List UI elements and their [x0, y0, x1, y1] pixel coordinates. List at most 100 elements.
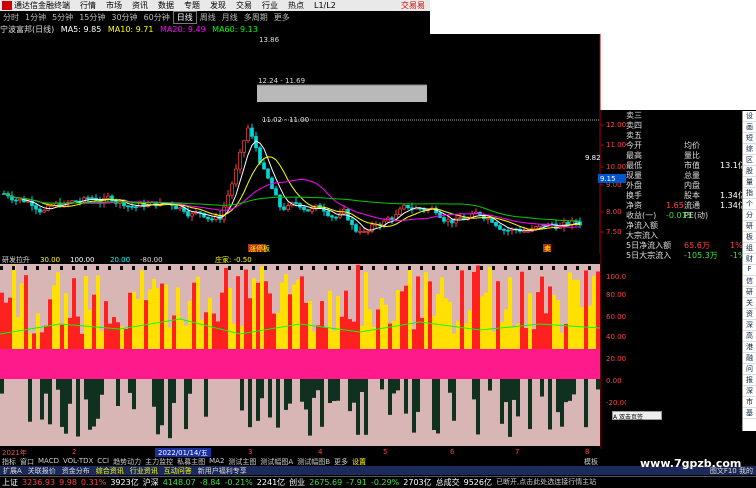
toolstrip-item[interactable]: 资 — [743, 309, 756, 320]
period-weekly[interactable]: 周线 — [197, 12, 219, 23]
toolstrip-item[interactable]: 画 — [743, 122, 756, 133]
toolstrip-item[interactable]: 关 — [743, 298, 756, 309]
tab-main-monitor[interactable]: 主力监控 — [143, 457, 175, 466]
info-tab-funds[interactable]: 资金分布 — [59, 466, 93, 475]
toolstrip-item[interactable]: 研 — [743, 221, 756, 232]
info-tab-related[interactable]: 关联报价 — [25, 466, 59, 475]
menu-item-news[interactable]: 资讯 — [127, 0, 153, 11]
indicator-bar-bottom — [312, 379, 316, 398]
indicator-bar-bottom — [92, 379, 96, 427]
double-click-hint[interactable]: A 双击页签 — [612, 411, 662, 421]
tab-macd[interactable]: MACD — [36, 457, 61, 466]
menu-item-level[interactable]: L1/L2 — [309, 1, 341, 10]
period-more[interactable]: 更多 — [271, 12, 293, 23]
toolstrip-item[interactable]: 量 — [743, 177, 756, 188]
toolstrip-item[interactable]: 综 — [743, 144, 756, 155]
hs-label[interactable]: 沪深 — [141, 477, 161, 488]
trade-button[interactable]: 交易易 — [396, 0, 430, 11]
toolstrip-item[interactable]: 设 — [743, 111, 756, 122]
indicator-band — [84, 349, 88, 379]
indicator-marker — [420, 266, 423, 270]
toolstrip-item[interactable]: 高 — [743, 331, 756, 342]
tab-ma2[interactable]: MA2 — [207, 457, 226, 466]
menu-item-trade[interactable]: 交易 — [231, 0, 257, 11]
toolstrip-item[interactable]: 指 — [743, 188, 756, 199]
tab-test-main[interactable]: 测试主图 — [226, 457, 258, 466]
menu-item-hot[interactable]: 热点 — [283, 0, 309, 11]
menu-item-discover[interactable]: 发现 — [205, 0, 231, 11]
toolstrip-item[interactable]: 深 — [743, 320, 756, 331]
tab-private[interactable]: 私募主图 — [175, 457, 207, 466]
toolstrip-item[interactable]: 报 — [743, 375, 756, 386]
info-tab-welfare[interactable]: 新用户福利专享 — [195, 466, 250, 475]
tab-more[interactable]: 更多 — [332, 457, 350, 466]
chart-area[interactable]: 13.86 12.24 - 11.69 11.02 - 11.00 涨停板 卖 … — [0, 34, 626, 449]
tab-indicator[interactable]: 指标 — [0, 457, 18, 466]
indicator-band — [524, 349, 528, 379]
toolstrip-item[interactable]: F — [743, 265, 756, 276]
menu-item-topic[interactable]: 专题 — [179, 0, 205, 11]
indicator-bar-bottom — [564, 379, 568, 403]
period-5min[interactable]: 5分钟 — [49, 12, 76, 23]
indicator-bar-bottom — [348, 379, 352, 412]
indicator-band — [592, 349, 596, 379]
info-tab-qa[interactable]: 互动问答 — [161, 466, 195, 475]
indicator-band — [188, 349, 192, 379]
toolstrip-item[interactable]: 港 — [743, 342, 756, 353]
candle-body — [286, 205, 290, 210]
menu-item-industry[interactable]: 行业 — [257, 0, 283, 11]
indicator-band — [580, 349, 584, 379]
toolstrip-item[interactable]: 问 — [743, 364, 756, 375]
period-intraday[interactable]: 分时 — [0, 12, 22, 23]
period-daily[interactable]: 日线 — [172, 11, 197, 24]
candle-body — [398, 208, 402, 215]
sh-label[interactable]: 上证 — [0, 477, 20, 488]
toolstrip-item[interactable]: 融 — [743, 353, 756, 364]
toolstrip-item[interactable]: 研 — [743, 287, 756, 298]
toolstrip-item[interactable]: 板 — [743, 232, 756, 243]
indicator-band — [356, 349, 360, 379]
indicator-axis-label: 0.00 — [606, 377, 622, 385]
toolstrip-item[interactable]: 区 — [743, 155, 756, 166]
toolstrip-item[interactable]: 信 — [743, 276, 756, 287]
period-multi[interactable]: 多周期 — [241, 12, 271, 23]
indicator-band — [136, 349, 140, 379]
period-15min[interactable]: 15分钟 — [76, 12, 108, 23]
indicator-marker — [348, 266, 351, 270]
toolstrip-item[interactable]: 基 — [743, 408, 756, 419]
tab-trend[interactable]: 趋势动力 — [111, 457, 143, 466]
toolstrip-item[interactable]: 个 — [743, 199, 756, 210]
menu-item-board[interactable]: 市场 — [101, 0, 127, 11]
toolstrip-item[interactable]: 市 — [743, 397, 756, 408]
tab-cci[interactable]: CCI — [95, 457, 111, 466]
indicator-marker — [84, 266, 87, 270]
period-monthly[interactable]: 月线 — [219, 12, 241, 23]
tab-test-b[interactable]: 测试幅图B — [295, 457, 332, 466]
tab-settings[interactable]: 设置 — [350, 457, 368, 466]
info-tab-industry[interactable]: 行业资讯 — [127, 466, 161, 475]
price-axis-label: 12.00 — [606, 121, 626, 129]
menu-item-market[interactable]: 行情 — [75, 0, 101, 11]
tab-vol[interactable]: VOL-TDX — [61, 457, 95, 466]
tab-template[interactable]: 模板 — [582, 457, 600, 466]
period-1min[interactable]: 1分钟 — [22, 12, 49, 23]
info-tab-news[interactable]: 综合资讯 — [93, 466, 127, 475]
toolstrip-item[interactable]: 短 — [743, 133, 756, 144]
tab-window[interactable]: 窗口 — [18, 457, 36, 466]
period-60min[interactable]: 60分钟 — [141, 12, 173, 23]
info-tab-expand[interactable]: 扩展A — [0, 466, 25, 475]
toolstrip-item[interactable]: 分 — [743, 210, 756, 221]
menu-item-data[interactable]: 数据 — [153, 0, 179, 11]
candle-body — [486, 218, 490, 220]
indicator-tag: 庄家: -0.50 — [215, 255, 252, 264]
indicator-marker — [588, 266, 591, 270]
indicator-marker — [384, 266, 387, 270]
connection-message[interactable]: 已断开,点击此处选连接行情主站 — [494, 477, 598, 487]
toolstrip-item[interactable]: 深 — [743, 386, 756, 397]
tab-test-a[interactable]: 测试幅图A — [258, 457, 295, 466]
toolstrip-item[interactable]: 股 — [743, 166, 756, 177]
toolstrip-item[interactable]: 财 — [743, 254, 756, 265]
period-30min[interactable]: 30分钟 — [108, 12, 140, 23]
cy-label[interactable]: 创业 — [287, 477, 307, 488]
toolstrip-item[interactable]: 组 — [743, 243, 756, 254]
